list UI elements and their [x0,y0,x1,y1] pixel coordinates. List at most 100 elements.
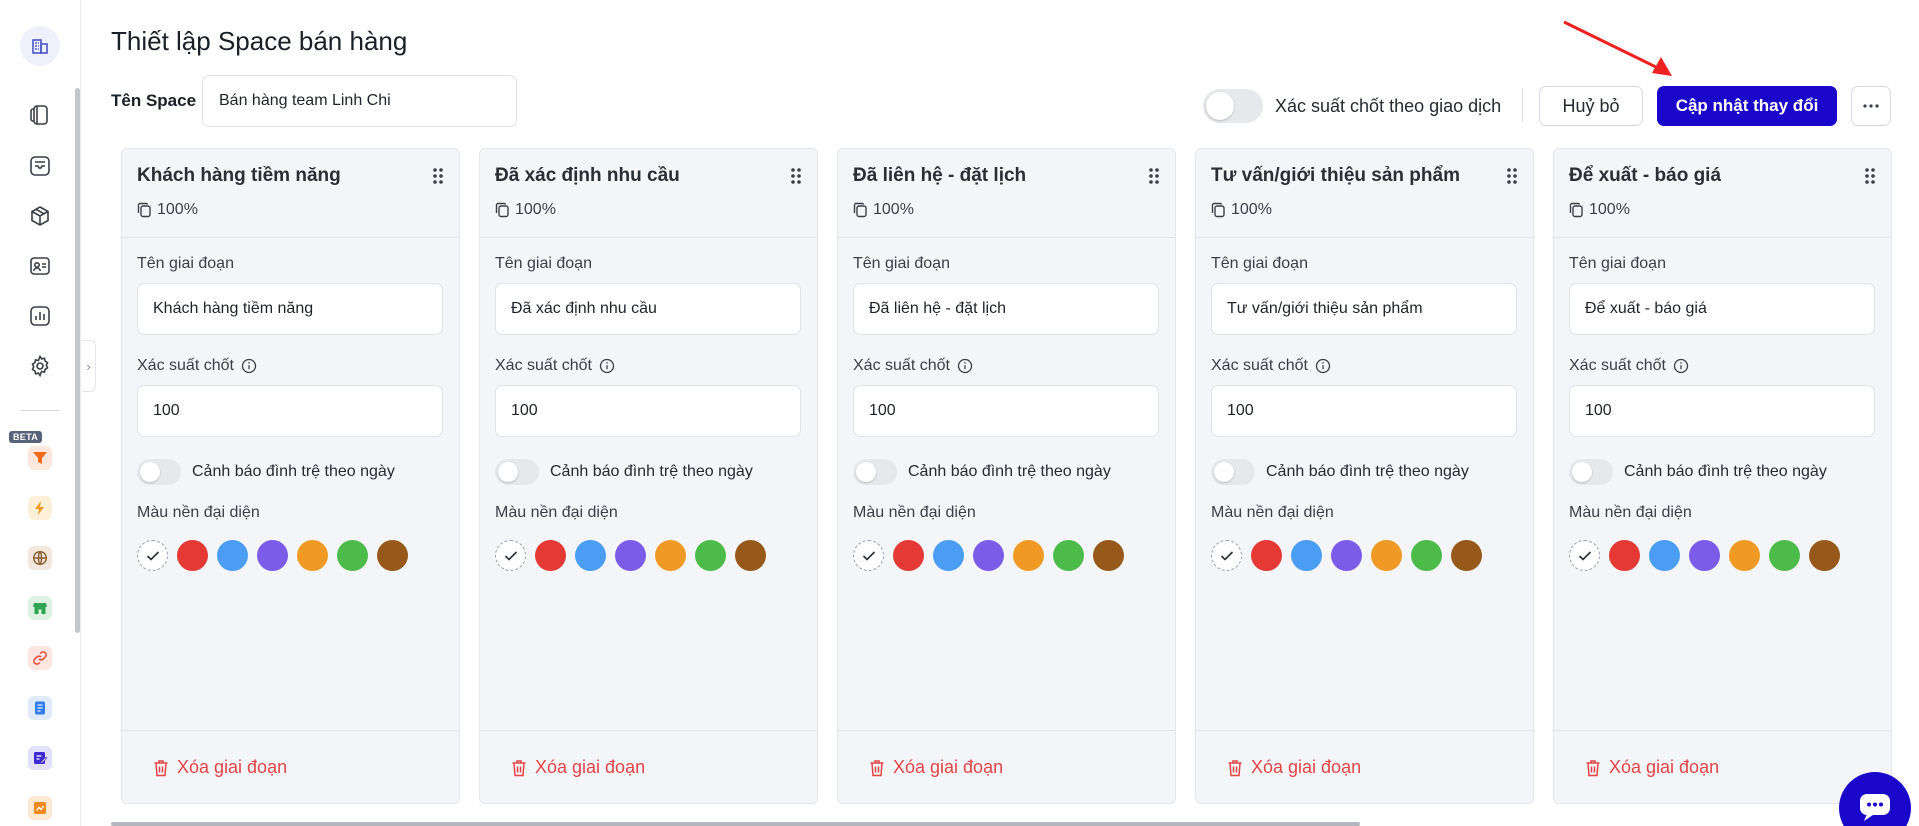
color-swatch[interactable] [257,540,288,571]
probability-input[interactable]: 100 [495,385,801,437]
color-swatch-none[interactable] [137,540,168,571]
settings-gear-icon[interactable] [24,350,56,382]
funnel-icon[interactable] [28,446,52,470]
stagnation-warning-toggle[interactable] [853,459,897,485]
delete-stage-label: Xóa giai đoạn [1251,757,1362,777]
color-swatch[interactable] [535,540,566,571]
probability-input[interactable]: 100 [1211,385,1517,437]
drag-handle-icon[interactable] [432,167,444,185]
probability-input[interactable]: 100 [1569,385,1875,437]
page-title: Thiết lập Space bán hàng [111,26,408,56]
stagnation-warning-toggle[interactable] [137,459,181,485]
workspace-logo[interactable] [20,26,60,66]
delete-stage-button[interactable]: Xóa giai đoạn [511,757,645,778]
color-swatch[interactable] [1371,540,1402,571]
stage-name-input[interactable]: Để xuất - báo giá [1569,283,1875,335]
lightning-icon[interactable] [28,496,52,520]
drag-handle-icon[interactable] [1506,167,1518,185]
inbox-icon[interactable] [24,150,56,182]
report-chart-icon[interactable] [24,300,56,332]
color-swatch-none[interactable] [495,540,526,571]
info-icon[interactable] [1673,358,1689,374]
color-swatch[interactable] [1451,540,1482,571]
color-swatch[interactable] [575,540,606,571]
drag-handle-icon[interactable] [1148,167,1160,185]
edit-note-icon[interactable] [28,746,52,770]
color-swatch[interactable] [615,540,646,571]
color-swatch[interactable] [1769,540,1800,571]
color-swatch[interactable] [655,540,686,571]
color-swatch-none[interactable] [853,540,884,571]
probability-by-deal-toggle[interactable] [1203,89,1263,123]
info-icon[interactable] [599,358,615,374]
more-options-button[interactable] [1851,86,1891,126]
info-icon[interactable] [241,358,257,374]
save-changes-button[interactable]: Cập nhật thay đổi [1657,86,1837,126]
stage-name-input[interactable]: Đã liên hệ - đặt lịch [853,283,1159,335]
annotation-arrow [1563,20,1672,76]
color-swatch[interactable] [1013,540,1044,571]
probability-label: Xác suất chốt [137,357,257,375]
stage-name-label: Tên giai đoạn [1569,255,1666,272]
box-icon[interactable] [24,200,56,232]
delete-stage-button[interactable]: Xóa giai đoạn [153,757,287,778]
color-swatch[interactable] [1729,540,1760,571]
color-swatch[interactable] [217,540,248,571]
cancel-button[interactable]: Huỷ bỏ [1539,86,1643,126]
color-swatch[interactable] [1809,540,1840,571]
stagnation-warning-toggle[interactable] [1211,459,1255,485]
color-swatch[interactable] [695,540,726,571]
color-swatch[interactable] [337,540,368,571]
color-swatch[interactable] [1649,540,1680,571]
color-swatch[interactable] [893,540,924,571]
color-swatch[interactable] [933,540,964,571]
stage-column: Đã liên hệ - đặt lịch 100% Tên giai đoạn Đã… [837,148,1176,804]
check-icon [862,550,875,561]
chart-board-icon[interactable] [28,796,52,820]
color-swatch[interactable] [1093,540,1124,571]
stagnation-warning-toggle[interactable] [495,459,539,485]
sidebar-scrollbar[interactable] [75,88,80,633]
color-swatch[interactable] [1689,540,1720,571]
horizontal-scrollbar[interactable] [111,822,1360,826]
delete-stage-button[interactable]: Xóa giai đoạn [869,757,1003,778]
drag-handle-icon[interactable] [1864,167,1876,185]
drag-handle-icon[interactable] [790,167,802,185]
color-swatch-none[interactable] [1569,540,1600,571]
stage-name-input[interactable]: Đã xác định nhu cầu [495,283,801,335]
stage-name-input[interactable]: Khách hàng tiềm năng [137,283,443,335]
color-swatch[interactable] [297,540,328,571]
book-icon[interactable] [24,99,56,131]
color-swatch[interactable] [735,540,766,571]
color-swatch[interactable] [1609,540,1640,571]
probability-label: Xác suất chốt [853,357,973,375]
sidebar-collapse-toggle[interactable]: › [82,340,96,392]
color-swatch-list [495,540,766,571]
info-icon[interactable] [957,358,973,374]
stagnation-warning-toggle[interactable] [1569,459,1613,485]
color-swatch[interactable] [973,540,1004,571]
color-swatch-none[interactable] [1211,540,1242,571]
color-swatch[interactable] [1331,540,1362,571]
delete-stage-button[interactable]: Xóa giai đoạn [1585,757,1719,778]
building-icon [32,39,48,54]
delete-stage-button[interactable]: Xóa giai đoạn [1227,757,1361,778]
color-swatch[interactable] [177,540,208,571]
store-icon[interactable] [28,596,52,620]
color-swatch[interactable] [377,540,408,571]
document-icon[interactable] [28,696,52,720]
color-swatch[interactable] [1251,540,1282,571]
info-icon[interactable] [1315,358,1331,374]
contact-card-icon[interactable] [24,250,56,282]
color-swatch[interactable] [1291,540,1322,571]
probability-input[interactable]: 100 [137,385,443,437]
link-icon[interactable] [28,646,52,670]
probability-input[interactable]: 100 [853,385,1159,437]
space-name-input[interactable]: Bán hàng team Linh Chi [202,75,517,127]
color-label: Màu nền đại diện [137,504,260,521]
color-swatch[interactable] [1411,540,1442,571]
stage-name-input[interactable]: Tư vấn/giới thiệu sản phẩm [1211,283,1517,335]
header-divider [1522,88,1523,122]
globe-icon[interactable] [28,546,52,570]
color-swatch[interactable] [1053,540,1084,571]
